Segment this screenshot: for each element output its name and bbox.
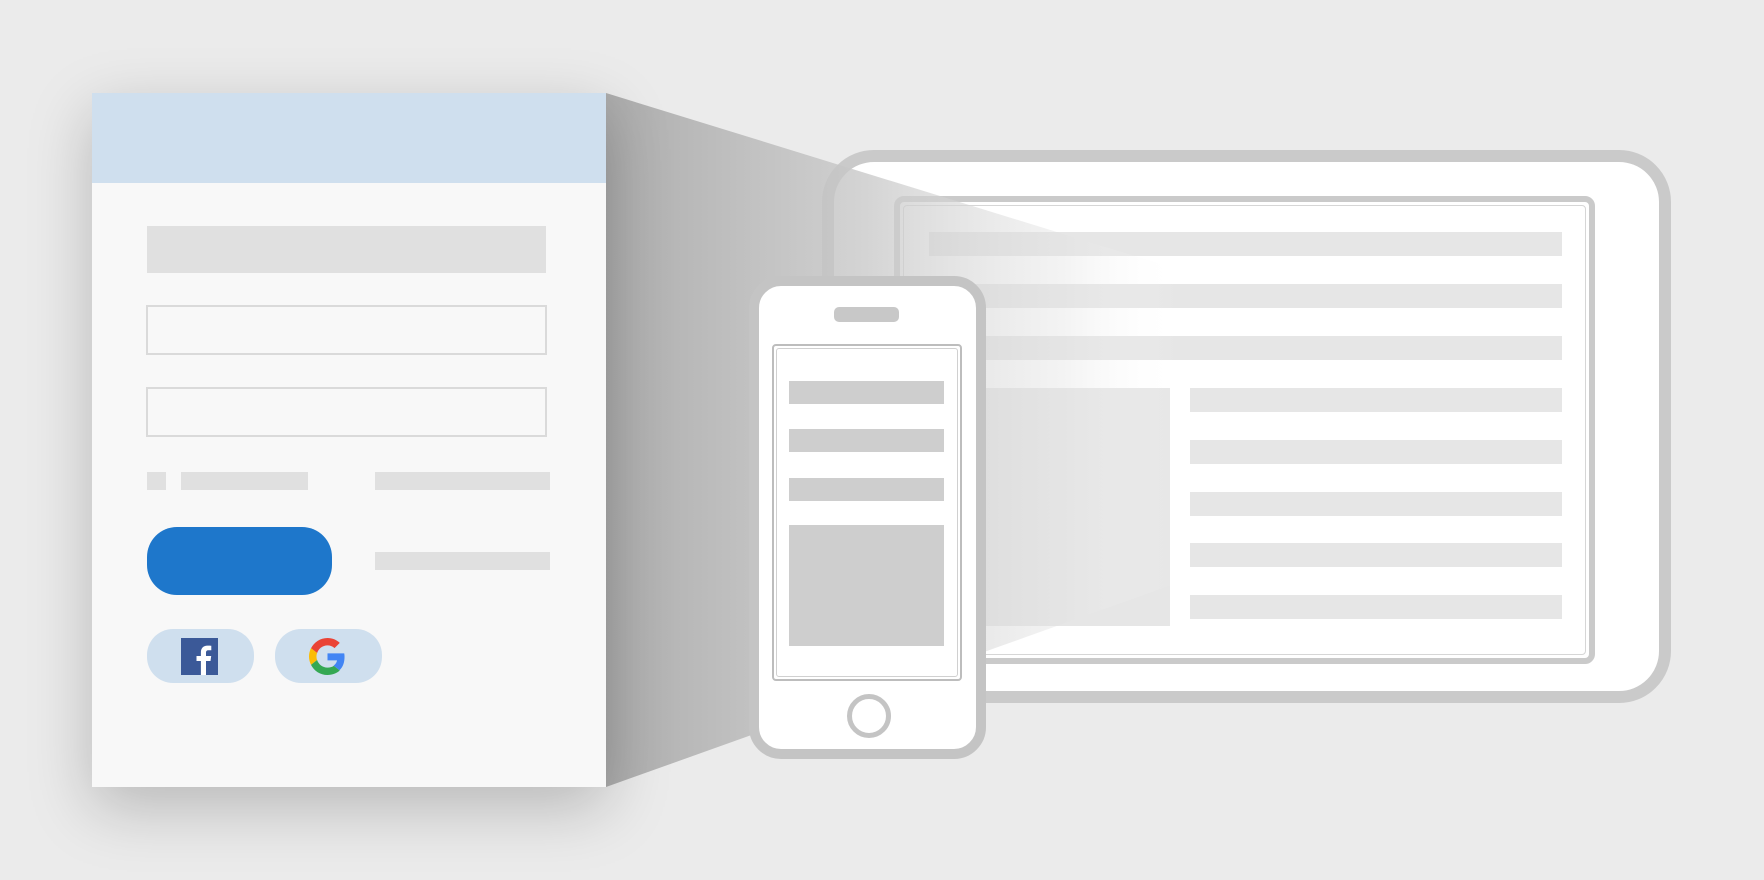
password-field[interactable] [146, 387, 547, 437]
phone-placeholder-bar [789, 381, 944, 404]
login-button[interactable] [147, 527, 332, 595]
phone-image-placeholder [789, 525, 944, 646]
login-card-header [92, 93, 606, 183]
google-icon [309, 638, 346, 675]
remember-checkbox[interactable] [147, 472, 166, 490]
remember-label-placeholder [181, 472, 308, 490]
username-field[interactable] [146, 305, 547, 355]
forgot-link-placeholder[interactable] [375, 472, 550, 490]
phone-home-button [847, 694, 891, 738]
phone-placeholder-bar [789, 478, 944, 501]
phone-placeholder-bar [789, 429, 944, 452]
title-placeholder [147, 226, 546, 273]
facebook-icon [181, 638, 218, 675]
phone-speaker [834, 307, 899, 322]
signup-link-placeholder[interactable] [375, 552, 550, 570]
